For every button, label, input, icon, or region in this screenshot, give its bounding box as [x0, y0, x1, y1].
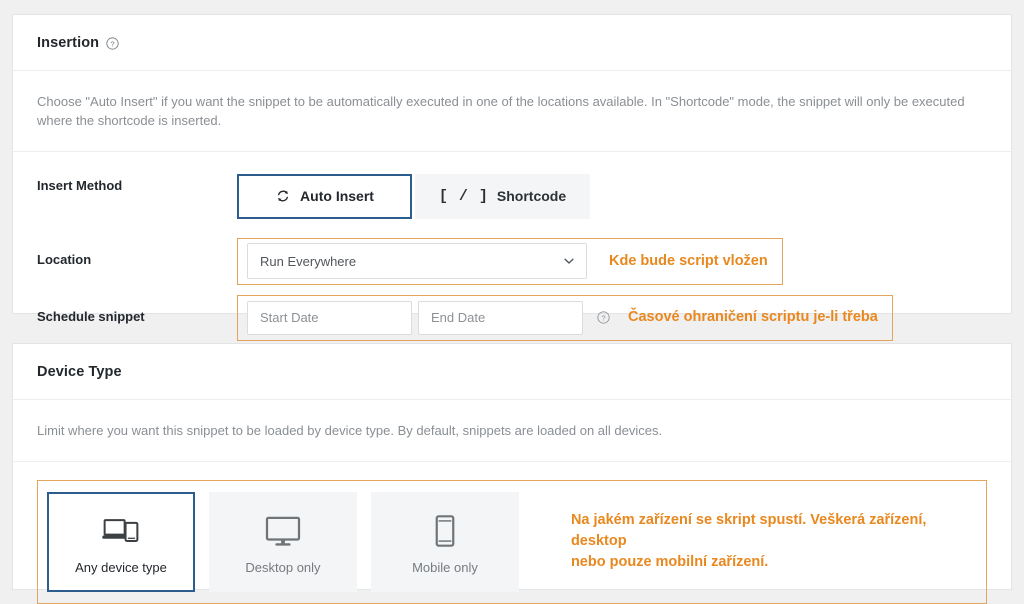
device-type-card: Device Type Limit where you want this sn… — [12, 343, 1012, 604]
device-option-label: Mobile only — [412, 560, 478, 576]
device-type-annotation-box: Any device type Desktop only Mobile only… — [37, 479, 987, 604]
location-annotation-box: Run Everywhere Kde bude script vložen — [237, 237, 783, 285]
insert-method-label: Insert Method — [37, 177, 123, 193]
start-date-placeholder: Start Date — [260, 310, 319, 326]
desktop-monitor-icon — [265, 508, 301, 554]
end-date-placeholder: End Date — [431, 310, 486, 326]
device-annotation-line-2: nebo pouze mobilní zařízení. — [570, 554, 769, 571]
location-annotation-text: Kde bude script vložen — [609, 252, 768, 269]
chevron-down-icon — [562, 254, 576, 268]
help-circle-icon[interactable]: ? — [106, 37, 119, 50]
location-label: Location — [37, 251, 92, 267]
mobile-phone-icon — [434, 508, 456, 554]
device-type-card-header: Device Type — [13, 344, 1011, 400]
insertion-card-header: Insertion ? — [13, 15, 1011, 71]
device-option-label: Any device type — [75, 560, 167, 576]
help-circle-icon[interactable]: ? — [597, 311, 610, 324]
schedule-annotation-box: Start Date End Date ? Časové ohraničení … — [237, 294, 893, 341]
location-row: Location Run Everywhere Kde bude script … — [13, 237, 1011, 285]
device-option-mobile-only[interactable]: Mobile only — [370, 491, 519, 592]
sync-refresh-icon — [275, 188, 291, 204]
location-selected-value: Run Everywhere — [260, 253, 357, 269]
svg-text:?: ? — [601, 314, 605, 323]
insertion-description: Choose "Auto Insert" if you want the sni… — [13, 71, 1011, 152]
schedule-annotation-text: Časové ohraničení scriptu je-li třeba — [628, 309, 878, 326]
shortcode-button[interactable]: [ / ] Shortcode — [415, 173, 590, 219]
schedule-snippet-row: Schedule snippet Start Date End Date ? Č… — [13, 294, 1011, 341]
insert-method-row: Insert Method Auto Insert [ / ] Shortcod… — [13, 173, 1011, 219]
device-annotation-line-1: Na jakém zařízení se skript spustí. Vešk… — [570, 512, 927, 550]
auto-insert-button[interactable]: Auto Insert — [237, 173, 412, 219]
location-select[interactable]: Run Everywhere — [247, 243, 587, 280]
auto-insert-label: Auto Insert — [300, 188, 374, 205]
device-option-any-device-type[interactable]: Any device type — [47, 491, 195, 592]
device-type-title: Device Type — [37, 363, 122, 380]
square-brackets-slash-icon: [ / ] — [438, 187, 489, 205]
shortcode-label: Shortcode — [496, 188, 567, 205]
end-date-input[interactable]: End Date — [418, 300, 583, 335]
schedule-snippet-label: Schedule snippet — [37, 308, 145, 324]
device-option-desktop-only[interactable]: Desktop only — [208, 491, 357, 592]
page-title: Insertion — [37, 34, 100, 51]
insert-method-group: Auto Insert [ / ] Shortcode — [237, 173, 590, 219]
device-type-description: Limit where you want this snippet to be … — [13, 400, 1011, 462]
start-date-input[interactable]: Start Date — [247, 300, 412, 335]
insertion-card: Insertion ? Choose "Auto Insert" if you … — [12, 14, 1012, 341]
svg-text:?: ? — [111, 39, 115, 48]
device-type-annotation-text: Na jakém zařízení se skript spustí. Vešk… — [571, 510, 986, 573]
laptop-and-phone-icon — [101, 508, 141, 554]
device-option-label: Desktop only — [245, 560, 321, 576]
